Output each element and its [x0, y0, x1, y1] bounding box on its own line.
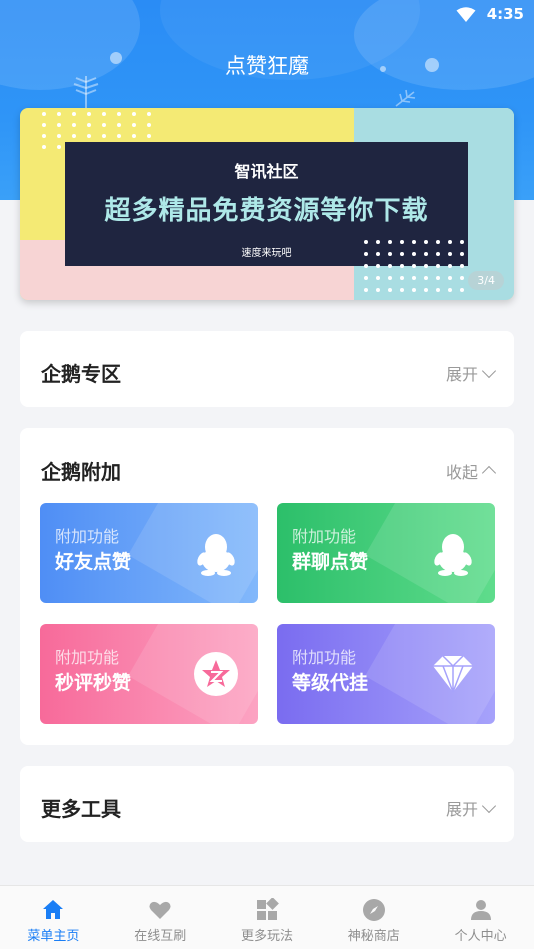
feature-label: 秒评秒赞 [55, 672, 132, 694]
home-icon [43, 900, 64, 919]
section-title: 更多工具 [41, 797, 121, 821]
toggle-label: 展开 [445, 800, 478, 819]
tab-mystery-shop[interactable]: 神秘商店 [320, 886, 427, 949]
penguin-icon [434, 534, 472, 576]
collapse-toggle[interactable]: 收起 [445, 459, 497, 483]
feature-tag: 附加功能 [55, 648, 120, 667]
bottom-tab-bar: 菜单主页 在线互刷 更多玩法 神秘商店 个人中心 [0, 885, 534, 949]
feature-label: 群聊点赞 [292, 551, 369, 573]
section-card-qq-extras: 企鹅附加 收起 附加功能 好友点赞 附加功能 群聊点赞 附加功能 秒评秒赞 附加… [20, 428, 514, 745]
compass-icon [362, 899, 385, 921]
tab-label: 更多玩法 [240, 929, 293, 944]
feature-label: 好友点赞 [55, 551, 132, 573]
star-badge-icon [194, 652, 238, 696]
toggle-label: 收起 [445, 463, 478, 482]
tab-more-play[interactable]: 更多玩法 [214, 886, 321, 949]
tab-profile[interactable]: 个人中心 [427, 886, 534, 949]
feature-instant-like[interactable]: 附加功能 秒评秒赞 [40, 624, 258, 724]
feature-tag: 附加功能 [55, 527, 120, 546]
feature-group-like[interactable]: 附加功能 群聊点赞 [277, 503, 495, 603]
banner-page-indicator: 3/4 [468, 271, 504, 290]
section-title: 企鹅专区 [41, 362, 121, 386]
tab-home[interactable]: 菜单主页 [0, 886, 107, 949]
expand-toggle[interactable]: 展开 [445, 361, 497, 385]
chevron-up-icon [481, 465, 497, 481]
grid-icon [256, 898, 279, 920]
banner-brand: 智讯社区 [234, 162, 299, 181]
feature-tag: 附加功能 [292, 648, 357, 667]
tab-label: 神秘商店 [347, 929, 400, 944]
heart-icon [149, 901, 171, 919]
feature-level-boost[interactable]: 附加功能 等级代挂 [277, 624, 495, 724]
section-card-qq-zone: 企鹅专区 展开 [20, 331, 514, 407]
tab-label: 菜单主页 [27, 929, 80, 944]
diamond-icon [433, 655, 473, 693]
status-bar: 4:35 [0, 0, 534, 30]
feature-friend-like[interactable]: 附加功能 好友点赞 [40, 503, 258, 603]
banner-dots-decoration [364, 240, 464, 292]
banner-headline: 超多精品免费资源等你下载 [104, 196, 429, 226]
section-title: 企鹅附加 [41, 460, 121, 484]
wifi-icon [456, 7, 476, 22]
feature-label: 等级代挂 [292, 672, 369, 694]
penguin-icon [197, 534, 235, 576]
expand-toggle[interactable]: 展开 [445, 796, 497, 820]
person-icon [470, 900, 491, 920]
tab-label: 个人中心 [454, 929, 507, 944]
section-card-more-tools: 更多工具 展开 [20, 766, 514, 842]
tab-label: 在线互刷 [134, 929, 187, 944]
tab-online-swap[interactable]: 在线互刷 [107, 886, 214, 949]
promo-banner[interactable]: 智讯社区 超多精品免费资源等你下载 速度来玩吧 3/4 [20, 108, 514, 300]
toggle-label: 展开 [445, 365, 478, 384]
chevron-down-icon [481, 798, 497, 814]
feature-tag: 附加功能 [292, 527, 357, 546]
page-title: 点赞狂魔 [225, 54, 309, 78]
chevron-down-icon [481, 363, 497, 379]
status-time: 4:35 [486, 5, 524, 23]
